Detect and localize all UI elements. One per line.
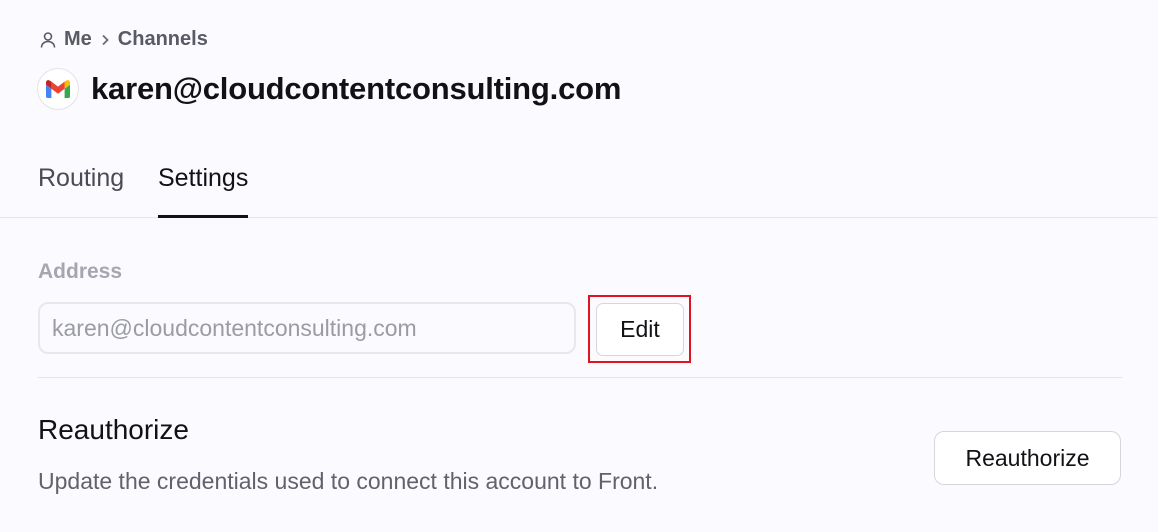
- person-icon: [38, 30, 58, 50]
- address-field[interactable]: [38, 302, 576, 354]
- page-header: karen@cloudcontentconsulting.com: [37, 68, 621, 110]
- gmail-icon: [37, 68, 79, 110]
- page-title: karen@cloudcontentconsulting.com: [91, 71, 622, 106]
- reauthorize-title: Reauthorize: [38, 414, 189, 445]
- breadcrumb-item-me[interactable]: Me: [64, 28, 92, 51]
- chevron-right-icon: [98, 33, 112, 47]
- reauthorize-description: Update the credentials used to connect t…: [38, 468, 659, 494]
- tab-settings[interactable]: Settings: [158, 164, 249, 218]
- tab-bar: Routing Settings: [0, 150, 1158, 218]
- section-divider: [38, 377, 1122, 378]
- reauthorize-button[interactable]: Reauthorize: [934, 431, 1121, 485]
- breadcrumb: Me Channels: [38, 28, 208, 51]
- breadcrumb-item-channels[interactable]: Channels: [118, 28, 208, 51]
- channel-settings-page: Me Channels karen@cloudcontentconsulting…: [0, 0, 1158, 532]
- tab-routing[interactable]: Routing: [38, 164, 124, 215]
- address-label: Address: [38, 260, 123, 283]
- edit-button[interactable]: Edit: [596, 303, 684, 356]
